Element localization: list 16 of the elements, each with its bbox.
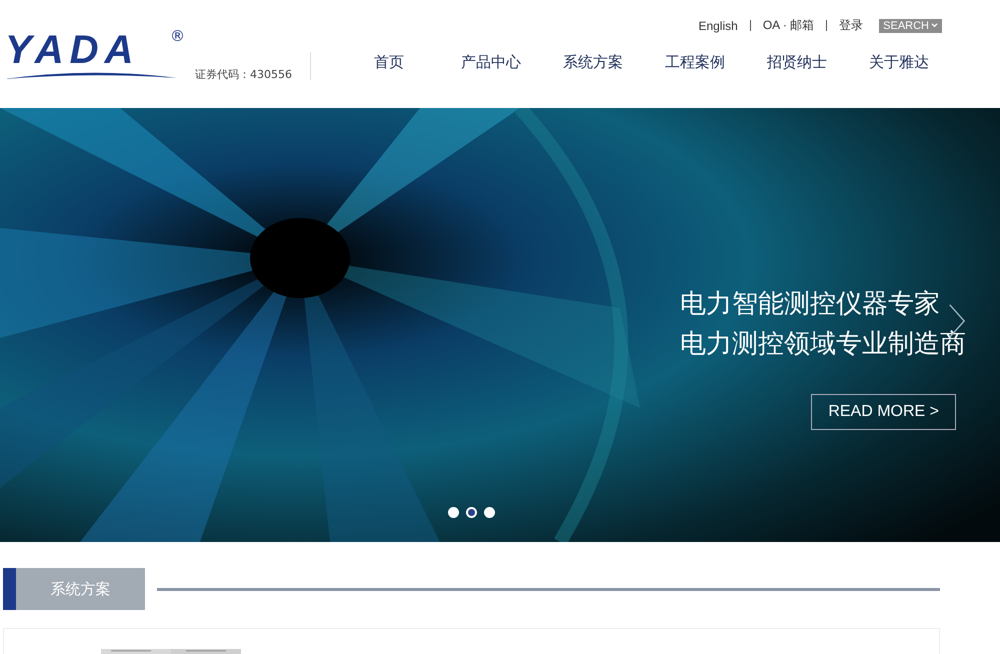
nav-link[interactable]: 产品中心 bbox=[440, 53, 542, 72]
banner-headline: 电力智能测控仪器专家 bbox=[680, 288, 940, 321]
nav-link[interactable]: 关于雅达 bbox=[848, 53, 950, 72]
section-title: 系统方案 bbox=[3, 568, 145, 610]
company-logo[interactable]: YADA ® bbox=[5, 28, 185, 80]
top-link[interactable]: English bbox=[686, 18, 750, 32]
top-link[interactable]: 登录 bbox=[827, 17, 876, 34]
chevron-down-icon bbox=[931, 23, 938, 28]
top-link[interactable]: OA · 邮箱 bbox=[750, 17, 826, 34]
banner-headline: 电力测控领域专业制造商 bbox=[680, 328, 966, 361]
nav-link[interactable]: 招贤纳士 bbox=[746, 53, 848, 72]
read-more-button[interactable]: READ MORE > bbox=[811, 394, 956, 430]
stock-code: 证券代码：430556 bbox=[195, 67, 292, 82]
nav-link[interactable]: 工程案例 bbox=[644, 53, 746, 72]
nav-link[interactable]: 系统方案 bbox=[542, 53, 644, 72]
nav-link[interactable]: 首页 bbox=[338, 53, 440, 72]
